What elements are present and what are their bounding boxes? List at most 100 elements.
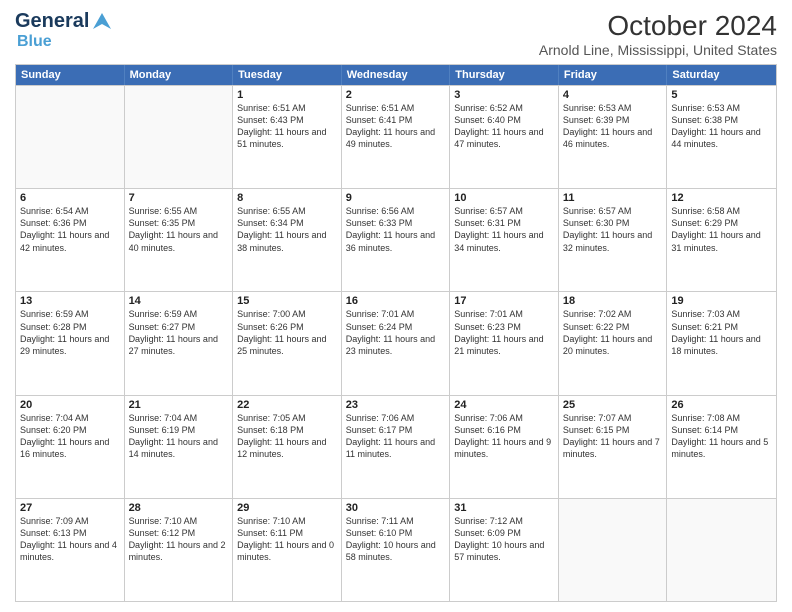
header-friday: Friday bbox=[559, 65, 668, 85]
cell-text: Sunrise: 7:03 AMSunset: 6:21 PMDaylight:… bbox=[671, 309, 760, 355]
cell-text: Sunrise: 7:11 AMSunset: 6:10 PMDaylight:… bbox=[346, 516, 436, 562]
cell-text: Sunrise: 6:55 AMSunset: 6:34 PMDaylight:… bbox=[237, 206, 326, 252]
cell-text: Sunrise: 7:10 AMSunset: 6:12 PMDaylight:… bbox=[129, 516, 226, 562]
cal-cell-1-4: 10 Sunrise: 6:57 AMSunset: 6:31 PMDayligh… bbox=[450, 189, 559, 291]
day-number: 15 bbox=[237, 295, 337, 307]
cell-text: Sunrise: 7:00 AMSunset: 6:26 PMDaylight:… bbox=[237, 309, 326, 355]
day-number: 3 bbox=[454, 89, 554, 101]
cal-cell-1-6: 12 Sunrise: 6:58 AMSunset: 6:29 PMDayligh… bbox=[667, 189, 776, 291]
cell-text: Sunrise: 7:08 AMSunset: 6:14 PMDaylight:… bbox=[671, 413, 768, 459]
cell-text: Sunrise: 6:58 AMSunset: 6:29 PMDaylight:… bbox=[671, 206, 760, 252]
day-number: 31 bbox=[454, 502, 554, 514]
day-number: 25 bbox=[563, 399, 663, 411]
cal-cell-2-5: 18 Sunrise: 7:02 AMSunset: 6:22 PMDayligh… bbox=[559, 292, 668, 394]
cal-cell-4-4: 31 Sunrise: 7:12 AMSunset: 6:09 PMDayligh… bbox=[450, 499, 559, 601]
cell-text: Sunrise: 6:55 AMSunset: 6:35 PMDaylight:… bbox=[129, 206, 218, 252]
cal-row-1: 6Sunrise: 6:54 AMSunset: 6:36 PMDaylight… bbox=[16, 188, 776, 291]
day-number: 19 bbox=[671, 295, 772, 307]
cell-text: Sunrise: 7:04 AMSunset: 6:19 PMDaylight:… bbox=[129, 413, 218, 459]
cal-cell-0-1 bbox=[125, 86, 234, 188]
cal-cell-4-2: 29 Sunrise: 7:10 AMSunset: 6:11 PMDayligh… bbox=[233, 499, 342, 601]
cell-text: Sunrise: 7:10 AMSunset: 6:11 PMDaylight:… bbox=[237, 516, 334, 562]
cell-text: Sunrise: 7:02 AMSunset: 6:22 PMDaylight:… bbox=[563, 309, 652, 355]
header-saturday: Saturday bbox=[667, 65, 776, 85]
cal-cell-2-0: 13 Sunrise: 6:59 AMSunset: 6:28 PMDayligh… bbox=[16, 292, 125, 394]
day-number: 26 bbox=[671, 399, 772, 411]
cal-row-2: 13 Sunrise: 6:59 AMSunset: 6:28 PMDayligh… bbox=[16, 291, 776, 394]
cell-text: Sunrise: 7:06 AMSunset: 6:16 PMDaylight:… bbox=[454, 413, 551, 459]
cell-text: Sunrise: 6:51 AMSunset: 6:41 PMDaylight:… bbox=[346, 103, 435, 149]
day-number: 20 bbox=[20, 399, 120, 411]
logo: General Blue bbox=[15, 10, 113, 51]
cell-text: Sunrise: 7:09 AMSunset: 6:13 PMDaylight:… bbox=[20, 516, 117, 562]
header-tuesday: Tuesday bbox=[233, 65, 342, 85]
day-number: 18 bbox=[563, 295, 663, 307]
calendar-header: Sunday Monday Tuesday Wednesday Thursday… bbox=[16, 65, 776, 85]
day-number: 21 bbox=[129, 399, 229, 411]
cal-cell-1-3: 9Sunrise: 6:56 AMSunset: 6:33 PMDaylight… bbox=[342, 189, 451, 291]
day-number: 13 bbox=[20, 295, 120, 307]
cal-cell-3-3: 23 Sunrise: 7:06 AMSunset: 6:17 PMDayligh… bbox=[342, 396, 451, 498]
cal-cell-2-3: 16 Sunrise: 7:01 AMSunset: 6:24 PMDayligh… bbox=[342, 292, 451, 394]
cal-cell-2-6: 19 Sunrise: 7:03 AMSunset: 6:21 PMDayligh… bbox=[667, 292, 776, 394]
cal-cell-3-2: 22 Sunrise: 7:05 AMSunset: 6:18 PMDayligh… bbox=[233, 396, 342, 498]
cal-cell-4-3: 30Sunrise: 7:11 AMSunset: 6:10 PMDayligh… bbox=[342, 499, 451, 601]
cell-text: Sunrise: 6:59 AMSunset: 6:27 PMDaylight:… bbox=[129, 309, 218, 355]
day-number: 8 bbox=[237, 192, 337, 204]
cell-text: Sunrise: 6:53 AMSunset: 6:39 PMDaylight:… bbox=[563, 103, 652, 149]
logo-blue: Blue bbox=[17, 33, 52, 51]
cell-text: Sunrise: 6:51 AMSunset: 6:43 PMDaylight:… bbox=[237, 103, 326, 149]
header-thursday: Thursday bbox=[450, 65, 559, 85]
cal-cell-0-0 bbox=[16, 86, 125, 188]
cal-row-0: 1Sunrise: 6:51 AMSunset: 6:43 PMDaylight… bbox=[16, 85, 776, 188]
day-number: 17 bbox=[454, 295, 554, 307]
cal-cell-2-4: 17 Sunrise: 7:01 AMSunset: 6:23 PMDayligh… bbox=[450, 292, 559, 394]
cell-text: Sunrise: 6:59 AMSunset: 6:28 PMDaylight:… bbox=[20, 309, 109, 355]
cal-cell-1-2: 8 Sunrise: 6:55 AMSunset: 6:34 PMDaylight… bbox=[233, 189, 342, 291]
cell-text: Sunrise: 7:01 AMSunset: 6:23 PMDaylight:… bbox=[454, 309, 543, 355]
cell-text: Sunrise: 7:06 AMSunset: 6:17 PMDaylight:… bbox=[346, 413, 435, 459]
calendar-body: 1Sunrise: 6:51 AMSunset: 6:43 PMDaylight… bbox=[16, 85, 776, 601]
day-number: 23 bbox=[346, 399, 446, 411]
cal-cell-3-4: 24 Sunrise: 7:06 AMSunset: 6:16 PMDayligh… bbox=[450, 396, 559, 498]
cal-cell-0-2: 1Sunrise: 6:51 AMSunset: 6:43 PMDaylight… bbox=[233, 86, 342, 188]
cell-text: Sunrise: 7:12 AMSunset: 6:09 PMDaylight:… bbox=[454, 516, 544, 562]
cell-text: Sunrise: 7:04 AMSunset: 6:20 PMDaylight:… bbox=[20, 413, 109, 459]
cal-cell-1-0: 6Sunrise: 6:54 AMSunset: 6:36 PMDaylight… bbox=[16, 189, 125, 291]
cal-cell-0-6: 5Sunrise: 6:53 AMSunset: 6:38 PMDaylight… bbox=[667, 86, 776, 188]
cell-text: Sunrise: 6:56 AMSunset: 6:33 PMDaylight:… bbox=[346, 206, 435, 252]
cal-cell-4-0: 27Sunrise: 7:09 AMSunset: 6:13 PMDayligh… bbox=[16, 499, 125, 601]
day-number: 28 bbox=[129, 502, 229, 514]
cell-text: Sunrise: 6:52 AMSunset: 6:40 PMDaylight:… bbox=[454, 103, 543, 149]
logo-general: General bbox=[15, 10, 89, 33]
cal-row-4: 27Sunrise: 7:09 AMSunset: 6:13 PMDayligh… bbox=[16, 498, 776, 601]
cal-cell-4-6 bbox=[667, 499, 776, 601]
subtitle: Arnold Line, Mississippi, United States bbox=[539, 42, 777, 58]
day-number: 22 bbox=[237, 399, 337, 411]
cal-cell-3-0: 20 Sunrise: 7:04 AMSunset: 6:20 PMDayligh… bbox=[16, 396, 125, 498]
cal-cell-2-2: 15 Sunrise: 7:00 AMSunset: 6:26 PMDayligh… bbox=[233, 292, 342, 394]
day-number: 24 bbox=[454, 399, 554, 411]
header-wednesday: Wednesday bbox=[342, 65, 451, 85]
cal-cell-1-1: 7 Sunrise: 6:55 AMSunset: 6:35 PMDaylight… bbox=[125, 189, 234, 291]
cell-text: Sunrise: 7:07 AMSunset: 6:15 PMDaylight:… bbox=[563, 413, 660, 459]
day-number: 16 bbox=[346, 295, 446, 307]
cal-cell-1-5: 11Sunrise: 6:57 AMSunset: 6:30 PMDayligh… bbox=[559, 189, 668, 291]
day-number: 29 bbox=[237, 502, 337, 514]
day-number: 4 bbox=[563, 89, 663, 101]
cell-text: Sunrise: 6:53 AMSunset: 6:38 PMDaylight:… bbox=[671, 103, 760, 149]
cal-cell-3-1: 21 Sunrise: 7:04 AMSunset: 6:19 PMDayligh… bbox=[125, 396, 234, 498]
cell-text: Sunrise: 6:57 AMSunset: 6:31 PMDaylight:… bbox=[454, 206, 543, 252]
cell-text: Sunrise: 7:05 AMSunset: 6:18 PMDaylight:… bbox=[237, 413, 326, 459]
cell-text: Sunrise: 7:01 AMSunset: 6:24 PMDaylight:… bbox=[346, 309, 435, 355]
day-number: 2 bbox=[346, 89, 446, 101]
day-number: 10 bbox=[454, 192, 554, 204]
day-number: 7 bbox=[129, 192, 229, 204]
page: General Blue October 2024 Arnold Line, M… bbox=[0, 0, 792, 612]
day-number: 14 bbox=[129, 295, 229, 307]
main-title: October 2024 bbox=[539, 10, 777, 42]
cell-text: Sunrise: 6:54 AMSunset: 6:36 PMDaylight:… bbox=[20, 206, 109, 252]
cell-text: Sunrise: 6:57 AMSunset: 6:30 PMDaylight:… bbox=[563, 206, 652, 252]
day-number: 12 bbox=[671, 192, 772, 204]
header-monday: Monday bbox=[125, 65, 234, 85]
